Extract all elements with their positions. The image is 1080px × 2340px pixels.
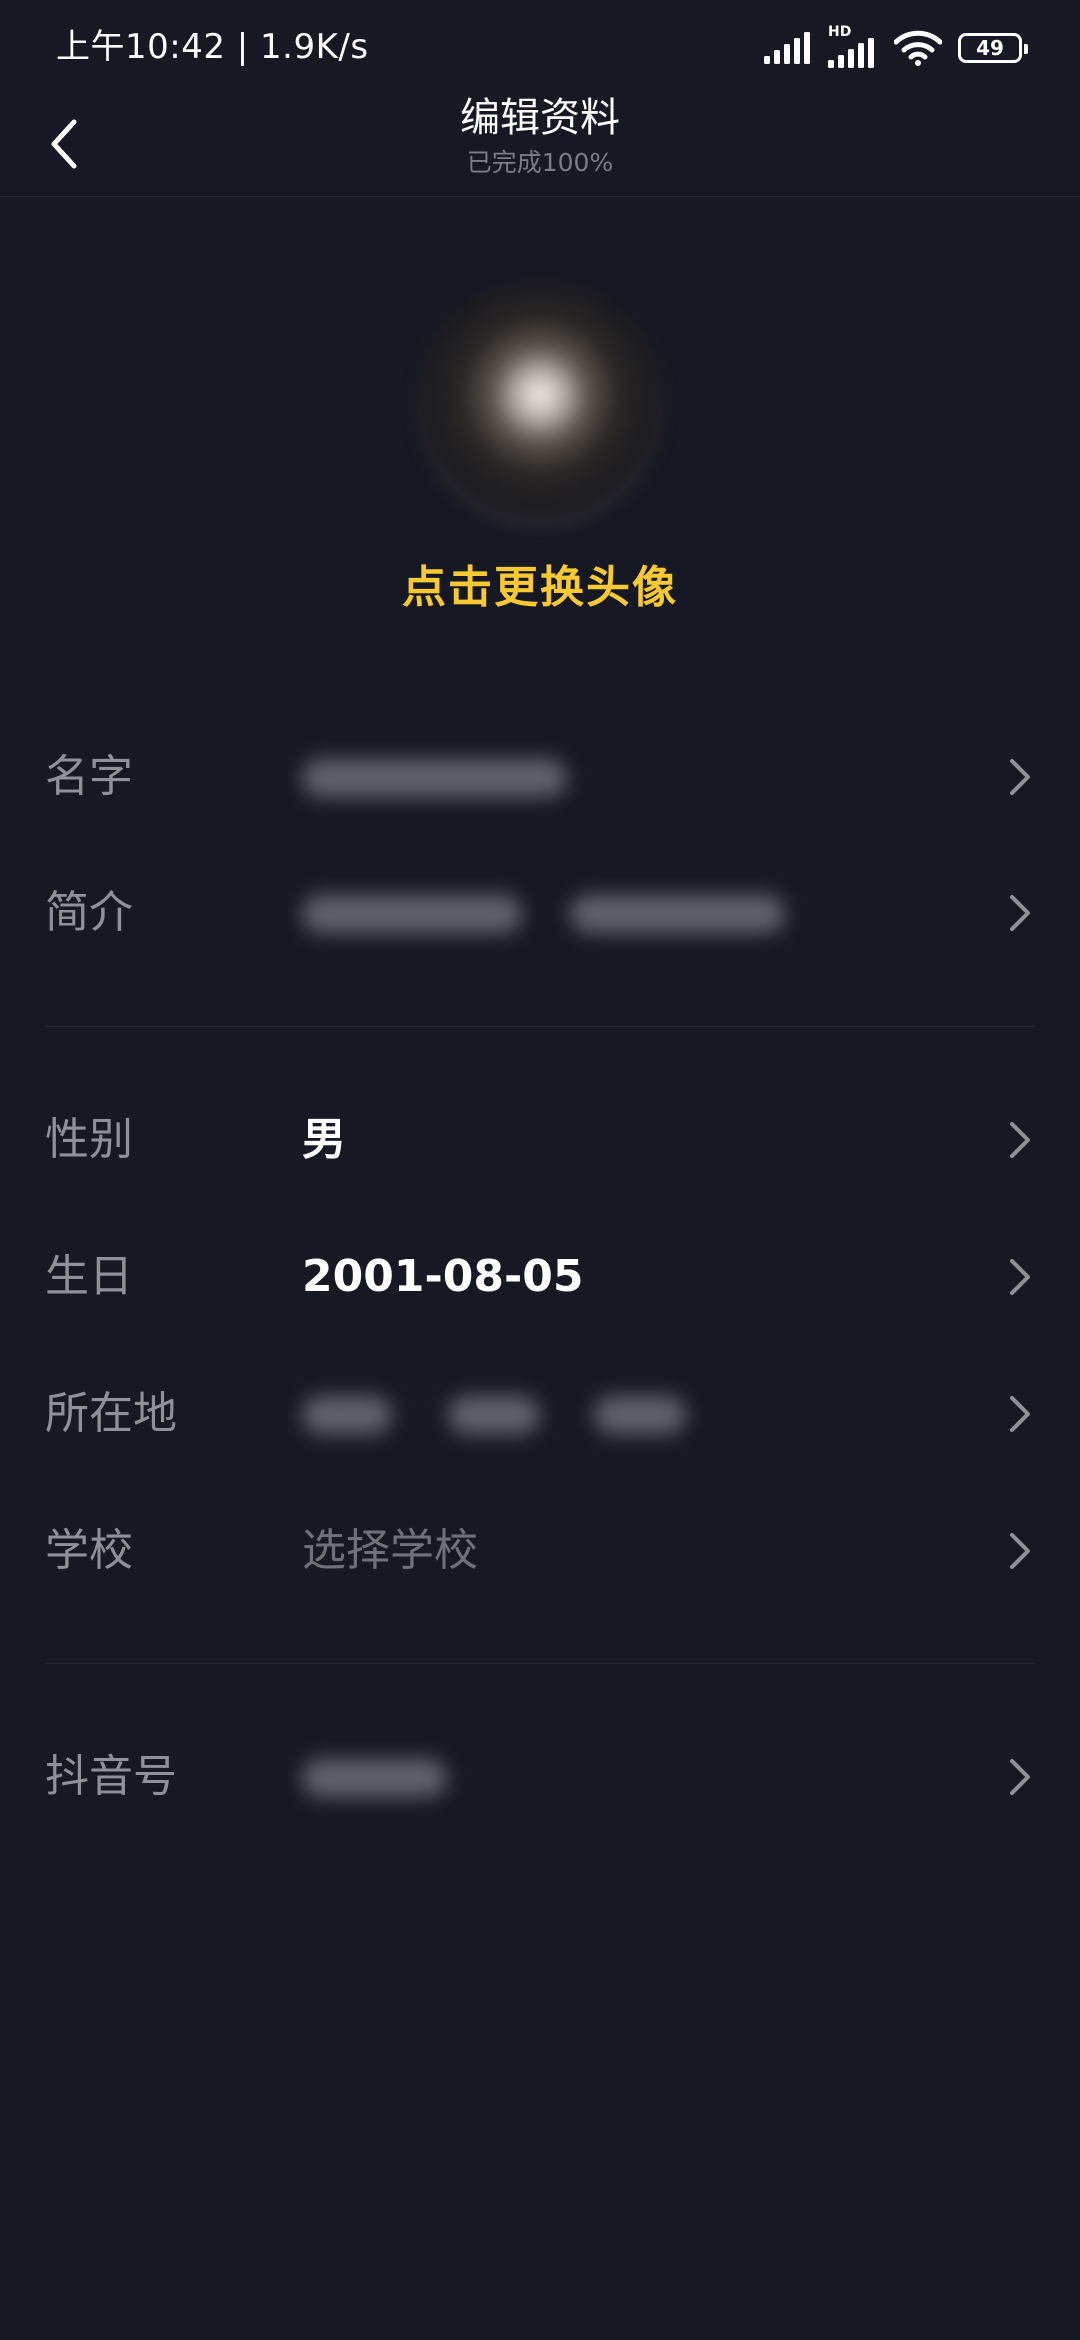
row-location[interactable]: 所在地	[0, 1354, 1080, 1474]
completion-subtitle: 已完成100%	[466, 148, 614, 177]
row-name[interactable]: 名字	[0, 717, 1080, 837]
bio-label: 简介	[45, 887, 133, 938]
status-time-speed: 上午10:42 | 1.9K/s	[56, 27, 369, 67]
location-value-blurred-2	[448, 1396, 540, 1434]
avatar[interactable]	[415, 280, 665, 530]
row-school[interactable]: 学校 选择学校	[0, 1491, 1080, 1611]
section-divider	[45, 1026, 1035, 1027]
row-gender[interactable]: 性别 男	[0, 1080, 1080, 1200]
change-avatar-link[interactable]: 点击更换头像	[0, 556, 1080, 620]
douyin-id-value-blurred	[302, 1759, 447, 1797]
location-label: 所在地	[45, 1388, 177, 1439]
chevron-right-icon	[1010, 1396, 1030, 1432]
school-label: 学校	[45, 1525, 133, 1576]
row-bio[interactable]: 简介	[0, 853, 1080, 973]
chevron-right-icon	[1010, 1759, 1030, 1795]
chevron-right-icon	[1010, 1533, 1030, 1569]
bio-value-blurred-1	[302, 895, 522, 933]
location-value-blurred-3	[594, 1396, 686, 1434]
section-divider	[45, 1663, 1035, 1664]
birthday-value: 2001-08-05	[302, 1251, 584, 1302]
chevron-right-icon	[1010, 1259, 1030, 1295]
battery-icon: 49	[958, 33, 1028, 63]
name-value-blurred	[302, 759, 567, 797]
location-value-blurred-1	[302, 1396, 392, 1434]
signal-icon	[764, 32, 810, 64]
gender-value: 男	[302, 1114, 346, 1165]
battery-level: 49	[976, 36, 1004, 60]
wifi-icon	[894, 30, 942, 66]
status-bar: 上午10:42 | 1.9K/s HD 49	[0, 0, 1080, 90]
douyin-id-label: 抖音号	[45, 1751, 177, 1802]
chevron-right-icon	[1010, 1122, 1030, 1158]
row-birthday[interactable]: 生日 2001-08-05	[0, 1217, 1080, 1337]
chevron-right-icon	[1010, 895, 1030, 931]
page-title: 编辑资料	[460, 95, 620, 141]
school-placeholder: 选择学校	[302, 1525, 478, 1576]
status-icons: HD 49	[764, 24, 1028, 70]
hd-signal-icon: HD	[828, 24, 878, 68]
gender-label: 性别	[45, 1114, 133, 1165]
birthday-label: 生日	[45, 1251, 133, 1302]
name-label: 名字	[45, 751, 133, 802]
header: 编辑资料 已完成100%	[0, 90, 1080, 197]
chevron-right-icon	[1010, 759, 1030, 795]
row-douyin-id[interactable]: 抖音号	[0, 1717, 1080, 1837]
bio-value-blurred-2	[570, 895, 785, 933]
